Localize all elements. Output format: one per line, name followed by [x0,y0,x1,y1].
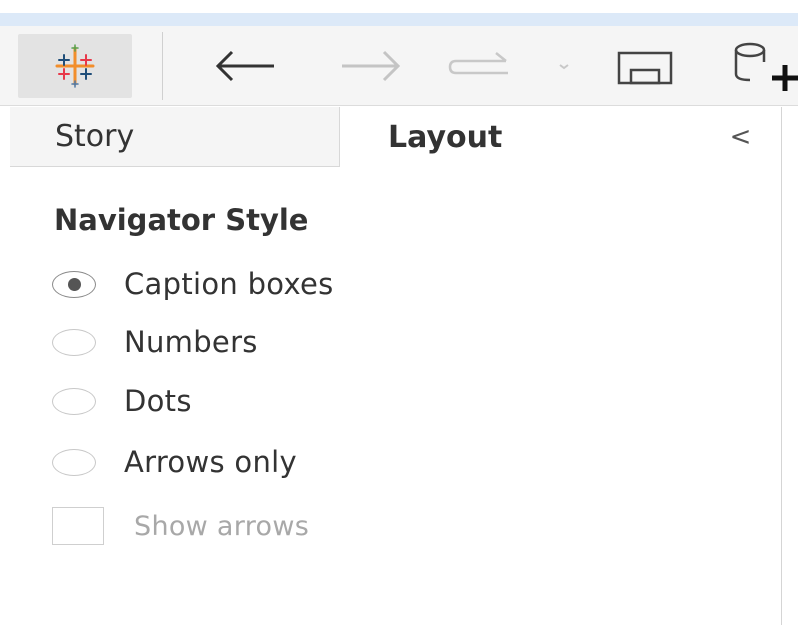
back-button[interactable] [210,46,280,86]
tableau-logo-icon [55,44,95,88]
radio-button[interactable] [52,387,96,415]
arrow-right-icon [342,50,401,82]
new-datasource-button[interactable] [732,40,798,96]
radio-button[interactable] [52,448,96,476]
redo-dropdown[interactable] [552,56,576,76]
show-arrows-label: Show arrows [134,510,310,542]
new-datasource-icon [734,42,798,91]
radio-option-numbers[interactable]: Numbers [52,322,258,362]
radio-label: Arrows only [124,445,297,479]
radio-button[interactable] [52,270,96,298]
radio-option-arrows-only[interactable]: Arrows only [52,442,297,482]
arrow-left-icon [215,50,274,82]
radio-label: Caption boxes [124,267,334,301]
redo-button[interactable] [446,46,524,86]
show-arrows-checkbox[interactable] [52,507,104,545]
window-top-edge [0,0,798,13]
tab-story[interactable]: Story [10,107,340,167]
title-bar-strip [0,13,798,26]
story-side-panel: Story Layout < Navigator Style Caption b… [10,107,782,625]
chevron-down-icon [559,64,569,70]
radio-label: Numbers [124,325,258,359]
tableau-logo-button[interactable] [18,34,132,98]
panel-tabs: Story Layout < [10,107,781,167]
toolbar-separator [162,32,163,100]
collapse-panel-button[interactable]: < [700,107,781,167]
radio-option-dots[interactable]: Dots [52,381,192,421]
save-icon [617,51,673,85]
save-button[interactable] [612,48,678,88]
navigator-style-heading: Navigator Style [54,203,309,237]
tab-layout[interactable]: Layout [340,107,700,167]
toolbar [0,26,798,106]
show-arrows-option[interactable]: Show arrows [52,504,309,548]
radio-label: Dots [124,384,192,418]
radio-option-caption-boxes[interactable]: Caption boxes [52,264,334,304]
radio-button[interactable] [52,328,96,356]
forward-button[interactable] [336,46,406,86]
redo-icon [448,52,508,75]
